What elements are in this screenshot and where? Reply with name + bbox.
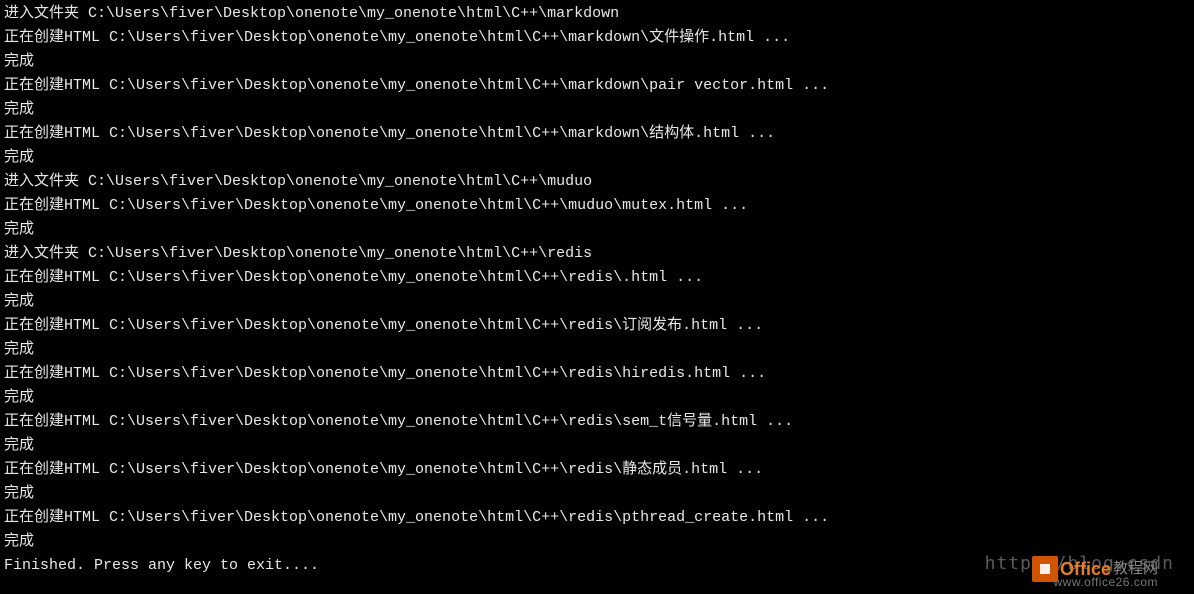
terminal-line: 正在创建HTML C:\Users\fiver\Desktop\onenote\… xyxy=(4,194,1190,218)
terminal-line: 正在创建HTML C:\Users\fiver\Desktop\onenote\… xyxy=(4,266,1190,290)
terminal-line: 完成 xyxy=(4,146,1190,170)
terminal-line: 完成 xyxy=(4,482,1190,506)
terminal-line: 正在创建HTML C:\Users\fiver\Desktop\onenote\… xyxy=(4,506,1190,530)
terminal-line: 完成 xyxy=(4,434,1190,458)
terminal-line: 完成 xyxy=(4,530,1190,554)
terminal-output[interactable]: 进入文件夹 C:\Users\fiver\Desktop\onenote\my_… xyxy=(4,2,1190,578)
terminal-line: 正在创建HTML C:\Users\fiver\Desktop\onenote\… xyxy=(4,458,1190,482)
terminal-line: 进入文件夹 C:\Users\fiver\Desktop\onenote\my_… xyxy=(4,242,1190,266)
terminal-line: 进入文件夹 C:\Users\fiver\Desktop\onenote\my_… xyxy=(4,170,1190,194)
terminal-line: 完成 xyxy=(4,386,1190,410)
terminal-line: 完成 xyxy=(4,290,1190,314)
terminal-line: 进入文件夹 C:\Users\fiver\Desktop\onenote\my_… xyxy=(4,2,1190,26)
watermark-sub-url: www.office26.com xyxy=(1054,570,1159,594)
terminal-line: 完成 xyxy=(4,338,1190,362)
terminal-line: 正在创建HTML C:\Users\fiver\Desktop\onenote\… xyxy=(4,314,1190,338)
terminal-line: 正在创建HTML C:\Users\fiver\Desktop\onenote\… xyxy=(4,26,1190,50)
terminal-line: 完成 xyxy=(4,50,1190,74)
terminal-line: 完成 xyxy=(4,218,1190,242)
terminal-line: 正在创建HTML C:\Users\fiver\Desktop\onenote\… xyxy=(4,122,1190,146)
terminal-line: 完成 xyxy=(4,98,1190,122)
terminal-line: 正在创建HTML C:\Users\fiver\Desktop\onenote\… xyxy=(4,410,1190,434)
terminal-line: 正在创建HTML C:\Users\fiver\Desktop\onenote\… xyxy=(4,74,1190,98)
terminal-line: 正在创建HTML C:\Users\fiver\Desktop\onenote\… xyxy=(4,362,1190,386)
